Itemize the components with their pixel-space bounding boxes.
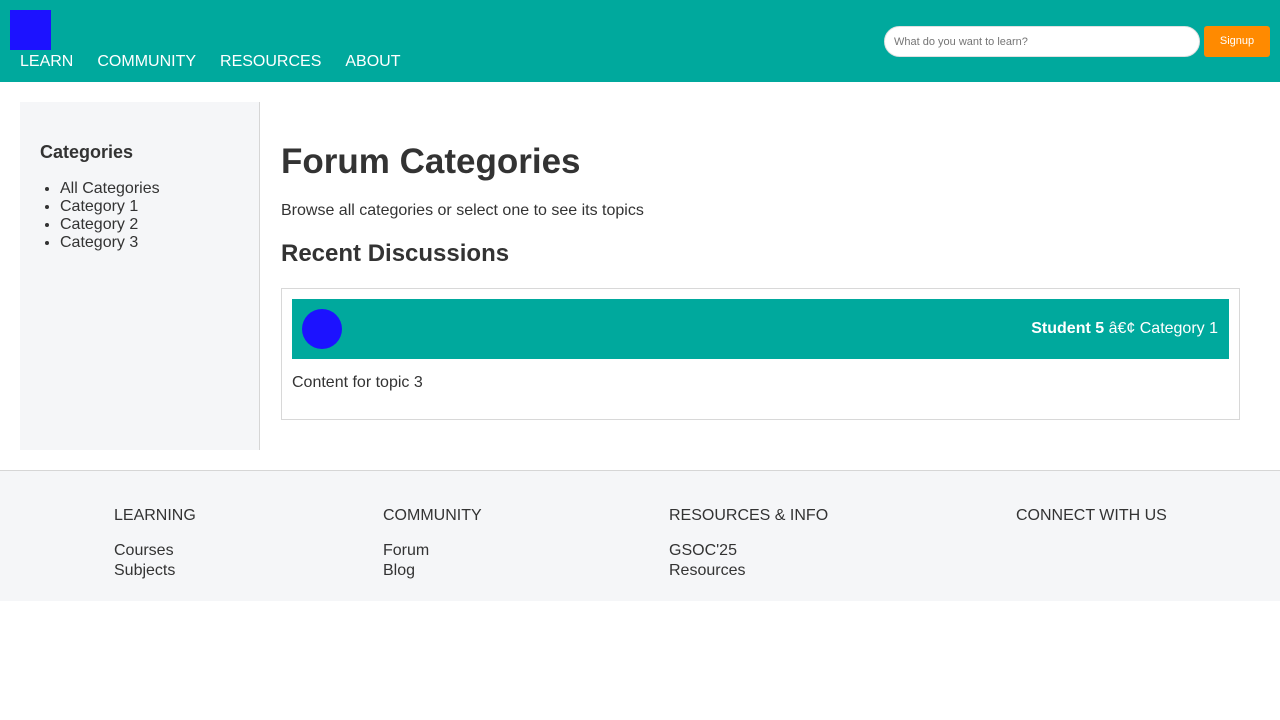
site-logo[interactable] bbox=[10, 10, 51, 50]
categories-sidebar: Categories All Categories Category 1 Cat… bbox=[20, 102, 260, 450]
topic-category: Category 1 bbox=[1139, 320, 1218, 337]
footer-link-gsoc[interactable]: GSOC'25 bbox=[669, 541, 828, 561]
footer-heading: COMMUNITY bbox=[383, 507, 482, 524]
category-list: All Categories Category 1 Category 2 Cat… bbox=[40, 180, 239, 252]
footer-link-blog[interactable]: Blog bbox=[383, 561, 482, 581]
search-box bbox=[884, 26, 1200, 57]
meta-separator: â€¢ bbox=[1104, 320, 1140, 337]
site-footer: LEARNING Courses Subjects COMMUNITY Foru… bbox=[0, 470, 1280, 601]
search-input[interactable] bbox=[885, 27, 1199, 56]
footer-column-resources: RESOURCES & INFO GSOC'25 Resources bbox=[669, 507, 828, 581]
footer-link-courses[interactable]: Courses bbox=[114, 541, 196, 561]
discussion-content: Content for topic 3 bbox=[292, 374, 423, 391]
footer-column-learning: LEARNING Courses Subjects bbox=[114, 507, 196, 581]
category-item-1[interactable]: Category 1 bbox=[60, 198, 239, 216]
sidebar-title: Categories bbox=[40, 142, 134, 162]
footer-link-subjects[interactable]: Subjects bbox=[114, 561, 196, 581]
footer-heading: LEARNING bbox=[114, 507, 196, 524]
category-item-3[interactable]: Category 3 bbox=[60, 234, 239, 252]
category-item-2[interactable]: Category 2 bbox=[60, 216, 239, 234]
author-name: Student 5 bbox=[1031, 320, 1105, 337]
page-title: Forum Categories bbox=[281, 142, 581, 181]
section-title: Recent Discussions bbox=[281, 240, 510, 267]
nav-community[interactable]: COMMUNITY bbox=[85, 53, 208, 71]
discussion-card-header: Student 5 â€¢ Category 1 bbox=[292, 299, 1229, 359]
footer-heading: RESOURCES & INFO bbox=[669, 507, 829, 524]
top-navbar: LEARN COMMUNITY RESOURCES ABOUT Signup bbox=[0, 0, 1280, 82]
category-item-all[interactable]: All Categories bbox=[60, 180, 239, 198]
footer-heading: CONNECT WITH US bbox=[1016, 507, 1167, 524]
footer-link-resources[interactable]: Resources bbox=[669, 561, 828, 581]
page-subtitle: Browse all categories or select one to s… bbox=[281, 202, 644, 219]
footer-link-forum[interactable]: Forum bbox=[383, 541, 482, 561]
footer-column-community: COMMUNITY Forum Blog bbox=[383, 507, 482, 581]
nav-learn[interactable]: LEARN bbox=[8, 53, 85, 71]
footer-column-connect: CONNECT WITH US bbox=[1016, 507, 1167, 541]
discussion-meta: Student 5 â€¢ Category 1 bbox=[1031, 319, 1218, 339]
main-nav: LEARN COMMUNITY RESOURCES ABOUT bbox=[8, 53, 413, 71]
discussion-card[interactable]: Student 5 â€¢ Category 1 Content for top… bbox=[281, 288, 1240, 420]
nav-resources[interactable]: RESOURCES bbox=[208, 53, 333, 71]
signup-button[interactable]: Signup bbox=[1204, 26, 1270, 57]
nav-about[interactable]: ABOUT bbox=[333, 53, 412, 71]
avatar bbox=[302, 309, 342, 349]
